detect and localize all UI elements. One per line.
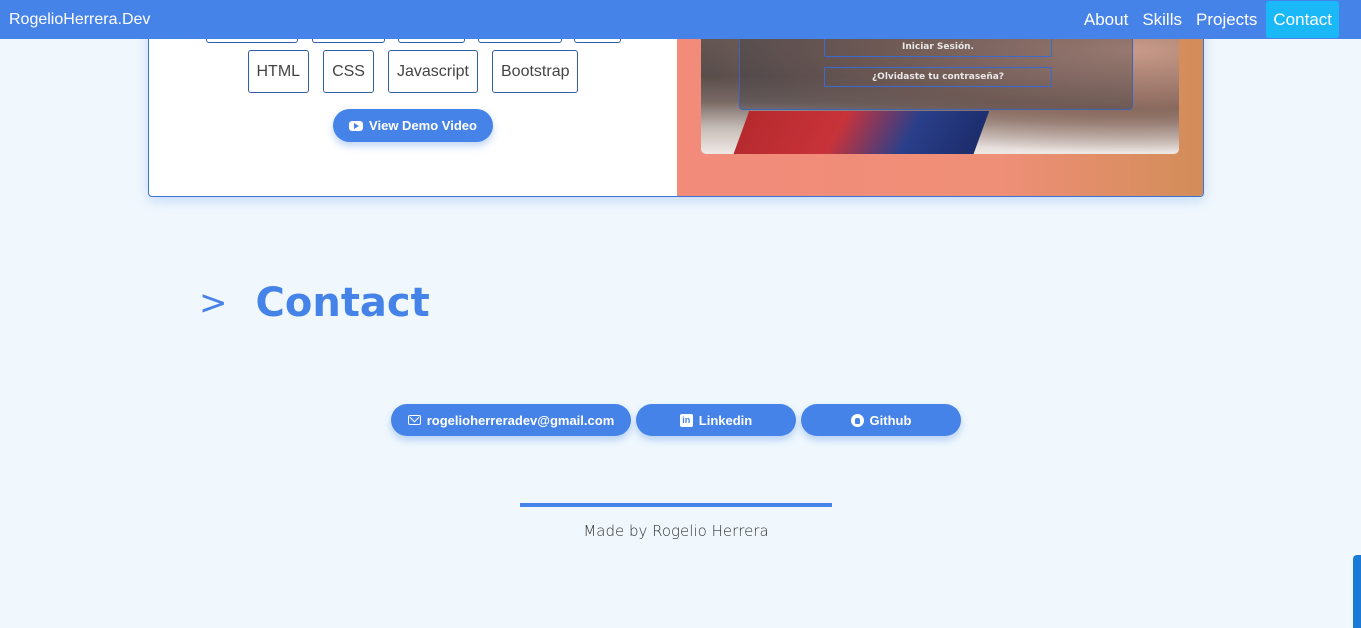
scrollbar-thumb[interactable] — [1353, 555, 1361, 628]
view-demo-video-button[interactable]: View Demo Video — [333, 109, 493, 142]
footer-credit: Made by Rogelio Herrera — [583, 522, 769, 540]
nav-link-about[interactable]: About — [1077, 1, 1135, 38]
screenshot-forgot-button: ¿Olvidaste tu contraseña? — [824, 67, 1052, 87]
github-label: Github — [869, 412, 912, 428]
tech-tag-javascript: Javascript — [387, 50, 478, 93]
tech-tag-css: CSS — [323, 50, 374, 93]
contact-title: Contact — [255, 280, 430, 326]
brand-link[interactable]: RogelioHerrera.Dev — [9, 11, 150, 29]
github-button[interactable]: Github — [801, 404, 961, 436]
chevron-right-icon: > — [199, 283, 228, 323]
email-button[interactable]: rogelioherreradev@gmail.com — [391, 404, 631, 436]
nav-link-contact[interactable]: Contact — [1266, 1, 1339, 38]
view-demo-video-label: View Demo Video — [369, 118, 477, 133]
tech-tag-html: HTML — [247, 50, 310, 93]
footer-divider — [520, 503, 832, 507]
contact-buttons: rogelioherreradev@gmail.com in Linkedin … — [391, 404, 961, 436]
contact-heading: > Contact — [199, 278, 430, 328]
youtube-icon — [349, 120, 364, 131]
navbar: RogelioHerrera.Dev About Skills Projects… — [0, 0, 1361, 39]
linkedin-button[interactable]: in Linkedin — [636, 404, 796, 436]
tech-tag-bootstrap: Bootstrap — [492, 50, 579, 93]
nav-link-skills[interactable]: Skills — [1135, 1, 1189, 38]
screenshot-login-button: Iniciar Sesión. — [824, 37, 1052, 57]
github-icon — [850, 413, 864, 427]
linkedin-icon: in — [679, 413, 693, 427]
nav-links: About Skills Projects Contact — [1077, 0, 1339, 39]
nav-link-projects[interactable]: Projects — [1189, 1, 1264, 38]
screenshot-book — [732, 111, 990, 154]
email-label: rogelioherreradev@gmail.com — [426, 412, 615, 428]
linkedin-label: Linkedin — [698, 412, 753, 428]
page-scrollbar[interactable] — [1352, 0, 1361, 628]
tech-tags: HTML CSS Javascript Bootstrap — [149, 50, 677, 93]
envelope-icon — [407, 415, 421, 425]
